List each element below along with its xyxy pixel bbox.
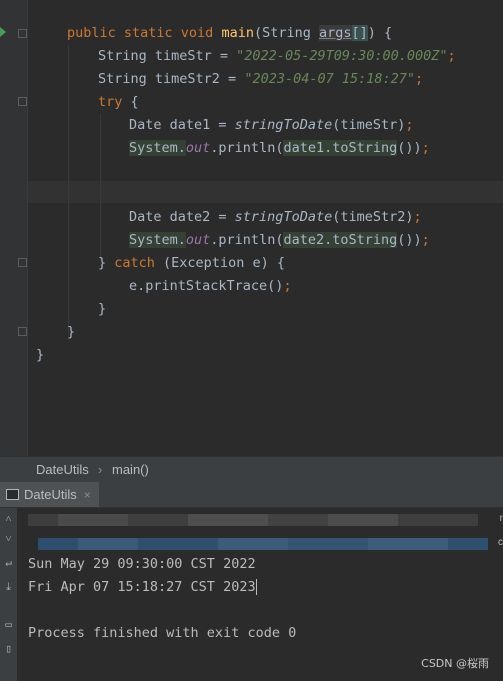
code-token: try bbox=[98, 94, 131, 110]
code-token: String timeStr2 = bbox=[98, 71, 245, 87]
code-token: main bbox=[221, 25, 254, 41]
run-tab[interactable]: DateUtils × bbox=[0, 482, 99, 507]
code-line[interactable]: public static void main(String args[]) { bbox=[67, 22, 392, 45]
code-editor[interactable]: public static void main(String args[]) {… bbox=[0, 0, 503, 456]
code-token: date1.toString bbox=[283, 140, 398, 156]
indent-guide bbox=[100, 114, 101, 259]
console-icon bbox=[6, 489, 19, 500]
code-line[interactable]: Date date2 = stringToDate(timeStr2); bbox=[129, 206, 422, 229]
code-token: (String bbox=[253, 25, 319, 41]
fold-icon[interactable] bbox=[18, 327, 27, 336]
code-line[interactable]: System.out.println(date2.toString()); bbox=[129, 229, 430, 252]
code-token: args bbox=[318, 25, 352, 41]
truncated-char: r bbox=[499, 513, 503, 524]
code-token: ) { bbox=[367, 25, 393, 41]
delete-icon[interactable]: ▯ bbox=[2, 642, 15, 655]
code-token: ; bbox=[421, 140, 430, 156]
process-finished-line: Process finished with exit code 0 bbox=[28, 625, 297, 641]
code-token: .println( bbox=[210, 140, 284, 156]
code-token: (timeStr) bbox=[332, 117, 406, 133]
code-token: Date date1 = bbox=[129, 117, 235, 133]
console-output-line: Fri Apr 07 15:18:27 CST 2023 bbox=[28, 579, 257, 595]
blurred-command-line bbox=[28, 514, 478, 526]
code-token: public static void bbox=[67, 25, 222, 41]
watermark: CSDN @桜雨 bbox=[421, 657, 489, 670]
code-token: out bbox=[185, 140, 211, 156]
code-token: } bbox=[98, 301, 107, 317]
console-output-text: Fri Apr 07 15:18:27 CST 2023 bbox=[28, 579, 256, 595]
fold-icon[interactable] bbox=[18, 29, 27, 38]
code-line[interactable]: String timeStr2 = "2023-04-07 15:18:27"; bbox=[98, 68, 423, 91]
code-line[interactable]: String timeStr = "2022-05-29T09:30:00.00… bbox=[98, 45, 456, 68]
code-token: ; bbox=[413, 209, 422, 225]
code-token: } bbox=[36, 347, 45, 363]
code-token: out bbox=[185, 232, 211, 248]
code-token: { bbox=[130, 94, 139, 110]
code-line[interactable]: } bbox=[98, 298, 106, 321]
code-token: String timeStr = bbox=[98, 48, 237, 64]
indent-guide bbox=[68, 45, 69, 335]
code-token: ()) bbox=[397, 232, 422, 248]
code-token: ()) bbox=[397, 140, 422, 156]
blurred-classpath-line bbox=[38, 538, 498, 550]
code-token: stringToDate bbox=[234, 209, 333, 225]
print-icon[interactable]: ▭ bbox=[2, 618, 15, 631]
code-token: System. bbox=[129, 232, 186, 248]
breadcrumb-method[interactable]: main() bbox=[112, 462, 149, 477]
breadcrumb-class[interactable]: DateUtils bbox=[36, 462, 89, 477]
gutter-separator bbox=[27, 0, 28, 456]
truncated-char: c bbox=[498, 537, 503, 548]
code-line[interactable]: } bbox=[67, 321, 75, 344]
down-arrow-icon[interactable]: ˅ bbox=[2, 532, 15, 545]
fold-icon[interactable] bbox=[18, 97, 27, 106]
code-token: } bbox=[98, 255, 115, 271]
breadcrumb: DateUtils › main() bbox=[0, 456, 503, 483]
close-icon[interactable]: × bbox=[84, 488, 91, 502]
code-line[interactable]: } catch (Exception e) { bbox=[98, 252, 285, 275]
code-line[interactable]: Date date1 = stringToDate(timeStr); bbox=[129, 114, 414, 137]
code-token: e.printStackTrace() bbox=[129, 278, 284, 294]
code-token: date2.toString bbox=[283, 232, 398, 248]
code-token: Date date2 = bbox=[129, 209, 235, 225]
text-caret bbox=[255, 579, 257, 595]
code-token: (Exception e) { bbox=[163, 255, 285, 271]
console-output-line: Sun May 29 09:30:00 CST 2022 bbox=[28, 556, 256, 572]
code-token: } bbox=[67, 324, 76, 340]
breadcrumb-separator: › bbox=[98, 462, 103, 477]
code-line[interactable]: } bbox=[36, 344, 44, 367]
run-tab-label: DateUtils bbox=[24, 487, 77, 502]
run-tool-window-header: DateUtils × bbox=[0, 482, 503, 508]
code-token: ; bbox=[415, 71, 424, 87]
console-output[interactable]: ˄ ˅ ↵ ⤓ ▭ ▯ r c Sun May 29 09:30:00 CST … bbox=[0, 508, 503, 681]
code-token: [] bbox=[351, 25, 368, 41]
up-arrow-icon[interactable]: ˄ bbox=[2, 512, 15, 525]
code-token: (timeStr2) bbox=[332, 209, 414, 225]
scroll-end-icon[interactable]: ⤓ bbox=[2, 580, 15, 593]
fold-icon[interactable] bbox=[18, 258, 27, 267]
code-token: catch bbox=[114, 255, 164, 271]
code-token: .println( bbox=[210, 232, 284, 248]
code-token: ; bbox=[421, 232, 430, 248]
wrap-icon[interactable]: ↵ bbox=[2, 556, 15, 569]
code-token: "2023-04-07 15:18:27" bbox=[244, 71, 415, 87]
code-line[interactable]: e.printStackTrace(); bbox=[129, 275, 292, 298]
code-token: "2022-05-29T09:30:00.000Z" bbox=[236, 48, 448, 64]
console-toolbar: ˄ ˅ ↵ ⤓ ▭ ▯ bbox=[0, 508, 17, 681]
code-token: System. bbox=[129, 140, 186, 156]
code-token: stringToDate bbox=[234, 117, 333, 133]
code-token: ; bbox=[283, 278, 292, 294]
editor-gutter[interactable] bbox=[0, 0, 27, 456]
code-line[interactable]: try { bbox=[98, 91, 139, 114]
code-token: ; bbox=[405, 117, 414, 133]
run-gutter-icon[interactable] bbox=[0, 27, 6, 37]
code-line[interactable]: System.out.println(date1.toString()); bbox=[129, 137, 430, 160]
code-token: ; bbox=[447, 48, 456, 64]
